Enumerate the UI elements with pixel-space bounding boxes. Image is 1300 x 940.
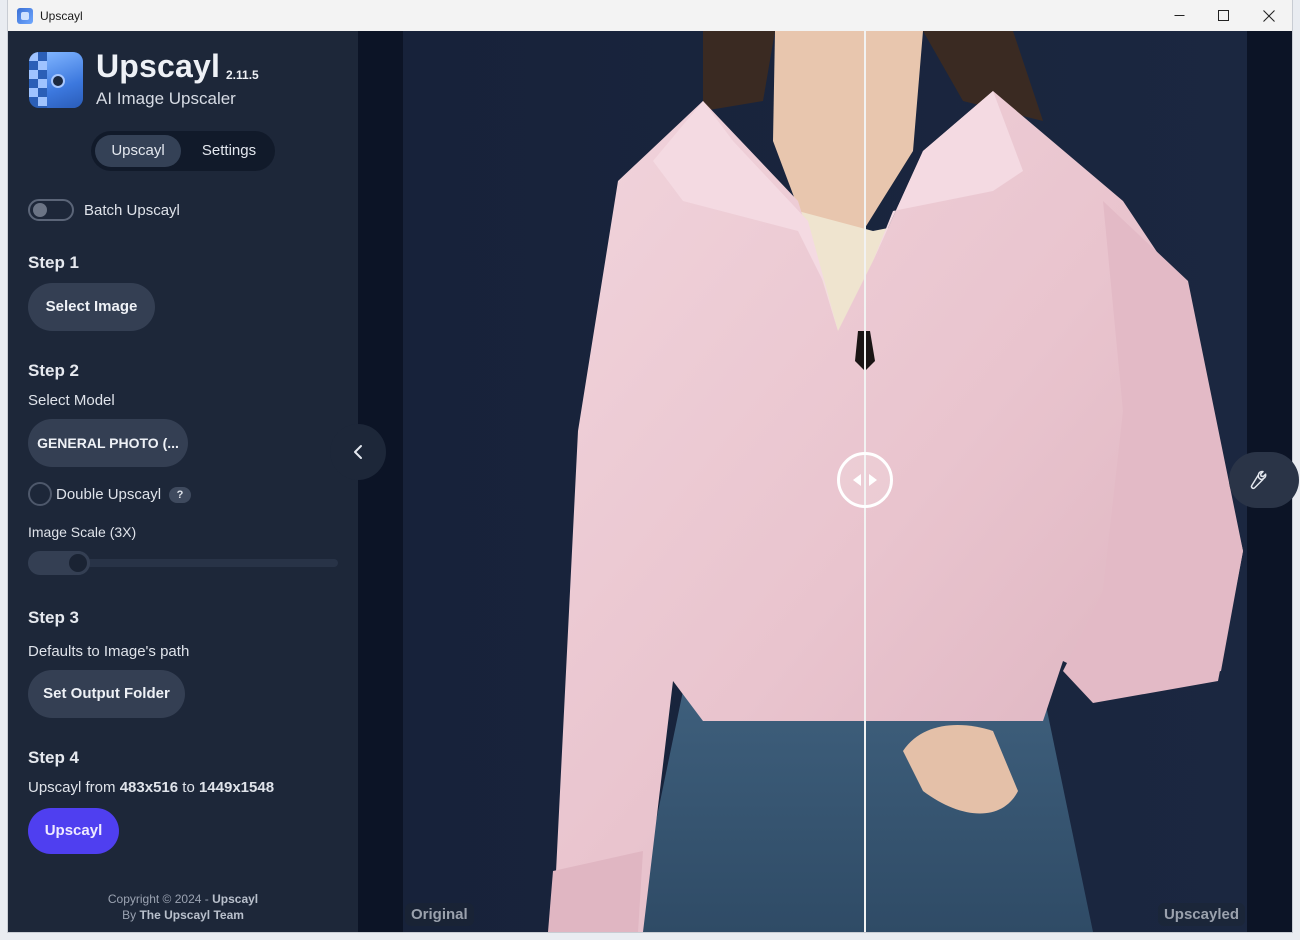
batch-upscayl-label: Batch Upscayl xyxy=(84,202,180,219)
wrench-icon xyxy=(1250,470,1267,490)
chevron-left-icon xyxy=(354,445,362,459)
brand-version: 2.11.5 xyxy=(226,68,259,82)
image-scale-thumb[interactable] xyxy=(66,551,91,575)
by-text: By xyxy=(122,908,137,922)
minimize-button[interactable] xyxy=(1156,0,1202,31)
copyright-brand: Upscayl xyxy=(212,892,259,906)
tools-button[interactable] xyxy=(1229,452,1299,508)
upscayl-logo xyxy=(29,52,83,108)
upscayled-label: Upscayled xyxy=(1157,903,1245,926)
upscale-summary: Upscayl from 483x516 to 1449x1548 xyxy=(28,779,274,796)
close-button[interactable] xyxy=(1246,0,1292,31)
close-icon xyxy=(1263,9,1275,22)
tab-upscayl[interactable]: Upscayl xyxy=(95,135,181,167)
output-folder-desc: Defaults to Image's path xyxy=(28,643,190,660)
minimize-icon xyxy=(1174,15,1184,16)
model-select-button[interactable]: GENERAL PHOTO (... xyxy=(28,419,188,467)
step-4-title: Step 4 xyxy=(28,748,80,767)
maximize-icon xyxy=(1217,10,1229,21)
batch-upscayl-toggle[interactable] xyxy=(28,199,74,221)
source-size: 483x516 xyxy=(119,779,179,796)
select-model-label: Select Model xyxy=(28,392,115,409)
brand-subtitle: AI Image Upscaler xyxy=(96,89,236,108)
collapse-sidebar-button[interactable] xyxy=(330,424,386,480)
window-title: Upscayl xyxy=(40,8,83,23)
step-3-title: Step 3 xyxy=(28,608,80,627)
set-output-folder-button[interactable]: Set Output Folder xyxy=(28,670,185,718)
compare-handle[interactable] xyxy=(837,452,893,508)
step-2-title: Step 2 xyxy=(28,361,80,380)
copyright-text: Copyright © 2024 - xyxy=(107,892,209,906)
summary-prefix: Upscayl from xyxy=(28,779,116,796)
tab-settings[interactable]: Settings xyxy=(187,135,271,167)
preview-image: Original Upscayled xyxy=(403,31,1247,932)
double-upscayl-checkbox[interactable] xyxy=(28,482,52,506)
team-link[interactable]: The Upscayl Team xyxy=(139,908,243,922)
select-image-button[interactable]: Select Image xyxy=(28,283,155,331)
double-upscayl-label: Double Upscayl xyxy=(56,486,162,503)
image-viewer: Original Upscayled xyxy=(358,31,1292,932)
summary-mid: to xyxy=(182,779,195,796)
brand-name: Upscayl xyxy=(96,48,221,84)
title-bar: Upscayl xyxy=(8,0,1292,32)
image-scale-label: Image Scale (3X) xyxy=(28,524,137,540)
app-window: Upscayl Upscayl 2.11.5 AI Image Upscaler… xyxy=(8,0,1292,932)
maximize-button[interactable] xyxy=(1200,0,1246,31)
sidebar: Upscayl 2.11.5 AI Image Upscaler Upscayl… xyxy=(8,31,358,932)
footer-copyright: Copyright © 2024 - Upscayl xyxy=(8,892,358,906)
footer-team: By The Upscayl Team xyxy=(8,908,358,922)
photo-illustration xyxy=(403,31,1247,932)
mode-tabs: Upscayl Settings xyxy=(91,131,275,171)
original-label: Original xyxy=(405,903,474,926)
app-icon xyxy=(17,7,33,24)
upscayl-button[interactable]: Upscayl xyxy=(28,808,119,854)
help-badge[interactable]: ? xyxy=(169,487,191,503)
target-size: 1449x1548 xyxy=(198,779,275,796)
arrows-left-right-icon xyxy=(853,474,877,486)
step-1-title: Step 1 xyxy=(28,253,80,272)
toggle-knob xyxy=(33,203,47,217)
